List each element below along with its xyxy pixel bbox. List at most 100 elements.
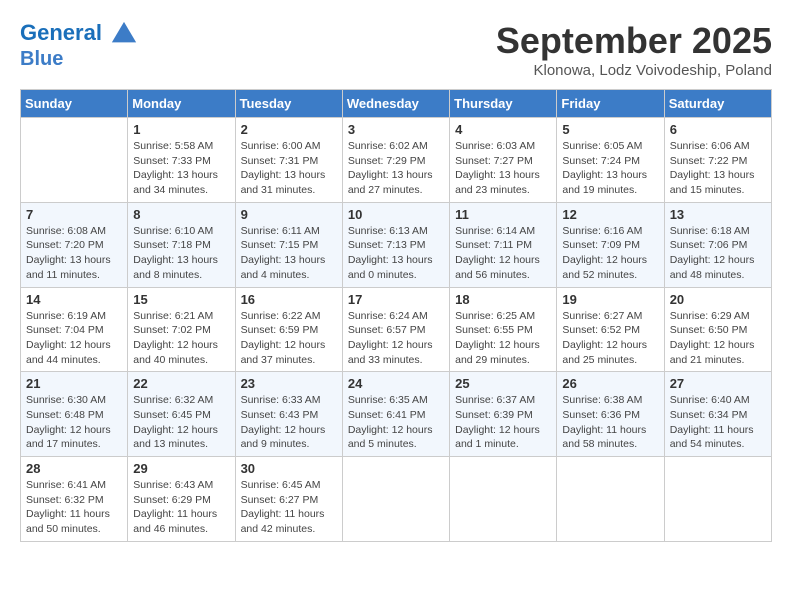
day-info: Sunrise: 5:58 AM Sunset: 7:33 PM Dayligh… (133, 139, 229, 198)
day-cell (664, 457, 771, 542)
day-cell: 21Sunrise: 6:30 AM Sunset: 6:48 PM Dayli… (21, 372, 128, 457)
day-number: 14 (26, 292, 122, 307)
day-number: 3 (348, 122, 444, 137)
day-info: Sunrise: 6:21 AM Sunset: 7:02 PM Dayligh… (133, 309, 229, 368)
day-number: 4 (455, 122, 551, 137)
day-cell: 8 Sunrise: 6:10 AM Sunset: 7:18 PM Daylig… (128, 202, 235, 287)
week-row-5: 28 Sunrise: 6:41 AM Sunset: 6:32 PM Dayli… (21, 457, 772, 542)
day-number: 26 (562, 376, 658, 391)
week-row-1: 1 Sunrise: 5:58 AM Sunset: 7:33 PM Daylig… (21, 118, 772, 203)
week-row-2: 7 Sunrise: 6:08 AM Sunset: 7:20 PM Daylig… (21, 202, 772, 287)
day-number: 1 (133, 122, 229, 137)
day-info: Sunrise: 6:40 AM Sunset: 6:34 PM Dayligh… (670, 393, 766, 452)
day-number: 11 (455, 207, 551, 222)
day-info: Sunrise: 6:11 AM Sunset: 7:15 PM Dayligh… (241, 224, 337, 283)
day-cell: 28 Sunrise: 6:41 AM Sunset: 6:32 PM Dayli… (21, 457, 128, 542)
logo-blue: Blue (20, 48, 138, 70)
day-cell: 24Sunrise: 6:35 AM Sunset: 6:41 PM Dayli… (342, 372, 449, 457)
day-cell: 9 Sunrise: 6:11 AM Sunset: 7:15 PM Daylig… (235, 202, 342, 287)
day-number: 19 (562, 292, 658, 307)
day-cell: 23 Sunrise: 6:33 AM Sunset: 6:43 PM Dayli… (235, 372, 342, 457)
day-info: Sunrise: 6:37 AM Sunset: 6:39 PM Dayligh… (455, 393, 551, 452)
day-cell: 22 Sunrise: 6:32 AM Sunset: 6:45 PM Dayli… (128, 372, 235, 457)
day-info: Sunrise: 6:19 AM Sunset: 7:04 PM Dayligh… (26, 309, 122, 368)
day-header-row: SundayMondayTuesdayWednesdayThursdayFrid… (21, 90, 772, 118)
day-cell: 27 Sunrise: 6:40 AM Sunset: 6:34 PM Dayli… (664, 372, 771, 457)
calendar-header: SundayMondayTuesdayWednesdayThursdayFrid… (21, 90, 772, 118)
day-number: 24 (348, 376, 444, 391)
day-info: Sunrise: 6:29 AM Sunset: 6:50 PM Dayligh… (670, 309, 766, 368)
day-info: Sunrise: 6:10 AM Sunset: 7:18 PM Dayligh… (133, 224, 229, 283)
day-info: Sunrise: 6:03 AM Sunset: 7:27 PM Dayligh… (455, 139, 551, 198)
day-cell: 25Sunrise: 6:37 AM Sunset: 6:39 PM Dayli… (450, 372, 557, 457)
day-number: 6 (670, 122, 766, 137)
day-cell: 4 Sunrise: 6:03 AM Sunset: 7:27 PM Daylig… (450, 118, 557, 203)
day-info: Sunrise: 6:43 AM Sunset: 6:29 PM Dayligh… (133, 478, 229, 537)
day-header-friday: Friday (557, 90, 664, 118)
logo-text: General (20, 20, 138, 48)
day-info: Sunrise: 6:08 AM Sunset: 7:20 PM Dayligh… (26, 224, 122, 283)
day-number: 29 (133, 461, 229, 476)
day-info: Sunrise: 6:33 AM Sunset: 6:43 PM Dayligh… (241, 393, 337, 452)
day-info: Sunrise: 6:13 AM Sunset: 7:13 PM Dayligh… (348, 224, 444, 283)
day-cell: 11 Sunrise: 6:14 AM Sunset: 7:11 PM Dayli… (450, 202, 557, 287)
day-info: Sunrise: 6:30 AM Sunset: 6:48 PM Dayligh… (26, 393, 122, 452)
day-cell: 15 Sunrise: 6:21 AM Sunset: 7:02 PM Dayli… (128, 287, 235, 372)
day-cell: 13 Sunrise: 6:18 AM Sunset: 7:06 PM Dayli… (664, 202, 771, 287)
day-cell: 3Sunrise: 6:02 AM Sunset: 7:29 PM Daylig… (342, 118, 449, 203)
calendar-body: 1 Sunrise: 5:58 AM Sunset: 7:33 PM Daylig… (21, 118, 772, 542)
day-info: Sunrise: 6:27 AM Sunset: 6:52 PM Dayligh… (562, 309, 658, 368)
day-cell: 17Sunrise: 6:24 AM Sunset: 6:57 PM Dayli… (342, 287, 449, 372)
month-title: September 2025 (496, 20, 772, 62)
day-cell: 20 Sunrise: 6:29 AM Sunset: 6:50 PM Dayli… (664, 287, 771, 372)
day-number: 20 (670, 292, 766, 307)
day-number: 5 (562, 122, 658, 137)
logo-general: General (20, 20, 102, 45)
day-header-monday: Monday (128, 90, 235, 118)
day-number: 18 (455, 292, 551, 307)
day-number: 7 (26, 207, 122, 222)
day-number: 8 (133, 207, 229, 222)
day-number: 17 (348, 292, 444, 307)
day-number: 13 (670, 207, 766, 222)
day-cell: 12Sunrise: 6:16 AM Sunset: 7:09 PM Dayli… (557, 202, 664, 287)
day-info: Sunrise: 6:32 AM Sunset: 6:45 PM Dayligh… (133, 393, 229, 452)
day-cell: 1 Sunrise: 5:58 AM Sunset: 7:33 PM Daylig… (128, 118, 235, 203)
day-number: 27 (670, 376, 766, 391)
day-number: 23 (241, 376, 337, 391)
day-number: 16 (241, 292, 337, 307)
day-info: Sunrise: 6:06 AM Sunset: 7:22 PM Dayligh… (670, 139, 766, 198)
day-cell (557, 457, 664, 542)
day-header-thursday: Thursday (450, 90, 557, 118)
location: Klonowa, Lodz Voivodeship, Poland (496, 62, 772, 79)
calendar-table: SundayMondayTuesdayWednesdayThursdayFrid… (20, 89, 772, 542)
week-row-3: 14 Sunrise: 6:19 AM Sunset: 7:04 PM Dayli… (21, 287, 772, 372)
day-info: Sunrise: 6:22 AM Sunset: 6:59 PM Dayligh… (241, 309, 337, 368)
day-cell: 2Sunrise: 6:00 AM Sunset: 7:31 PM Daylig… (235, 118, 342, 203)
day-number: 15 (133, 292, 229, 307)
day-header-sunday: Sunday (21, 90, 128, 118)
day-cell (21, 118, 128, 203)
day-info: Sunrise: 6:05 AM Sunset: 7:24 PM Dayligh… (562, 139, 658, 198)
day-info: Sunrise: 6:38 AM Sunset: 6:36 PM Dayligh… (562, 393, 658, 452)
day-info: Sunrise: 6:41 AM Sunset: 6:32 PM Dayligh… (26, 478, 122, 537)
day-header-wednesday: Wednesday (342, 90, 449, 118)
day-header-tuesday: Tuesday (235, 90, 342, 118)
day-cell: 5 Sunrise: 6:05 AM Sunset: 7:24 PM Daylig… (557, 118, 664, 203)
day-cell: 18Sunrise: 6:25 AM Sunset: 6:55 PM Dayli… (450, 287, 557, 372)
day-number: 28 (26, 461, 122, 476)
day-info: Sunrise: 6:16 AM Sunset: 7:09 PM Dayligh… (562, 224, 658, 283)
day-number: 22 (133, 376, 229, 391)
day-cell: 26 Sunrise: 6:38 AM Sunset: 6:36 PM Dayli… (557, 372, 664, 457)
day-cell (342, 457, 449, 542)
day-number: 30 (241, 461, 337, 476)
day-info: Sunrise: 6:14 AM Sunset: 7:11 PM Dayligh… (455, 224, 551, 283)
day-number: 10 (348, 207, 444, 222)
day-number: 9 (241, 207, 337, 222)
day-cell: 14 Sunrise: 6:19 AM Sunset: 7:04 PM Dayli… (21, 287, 128, 372)
title-block: September 2025 Klonowa, Lodz Voivodeship… (496, 20, 772, 79)
day-cell: 6 Sunrise: 6:06 AM Sunset: 7:22 PM Daylig… (664, 118, 771, 203)
day-cell: 10 Sunrise: 6:13 AM Sunset: 7:13 PM Dayli… (342, 202, 449, 287)
logo: General Blue (20, 20, 138, 70)
day-info: Sunrise: 6:18 AM Sunset: 7:06 PM Dayligh… (670, 224, 766, 283)
